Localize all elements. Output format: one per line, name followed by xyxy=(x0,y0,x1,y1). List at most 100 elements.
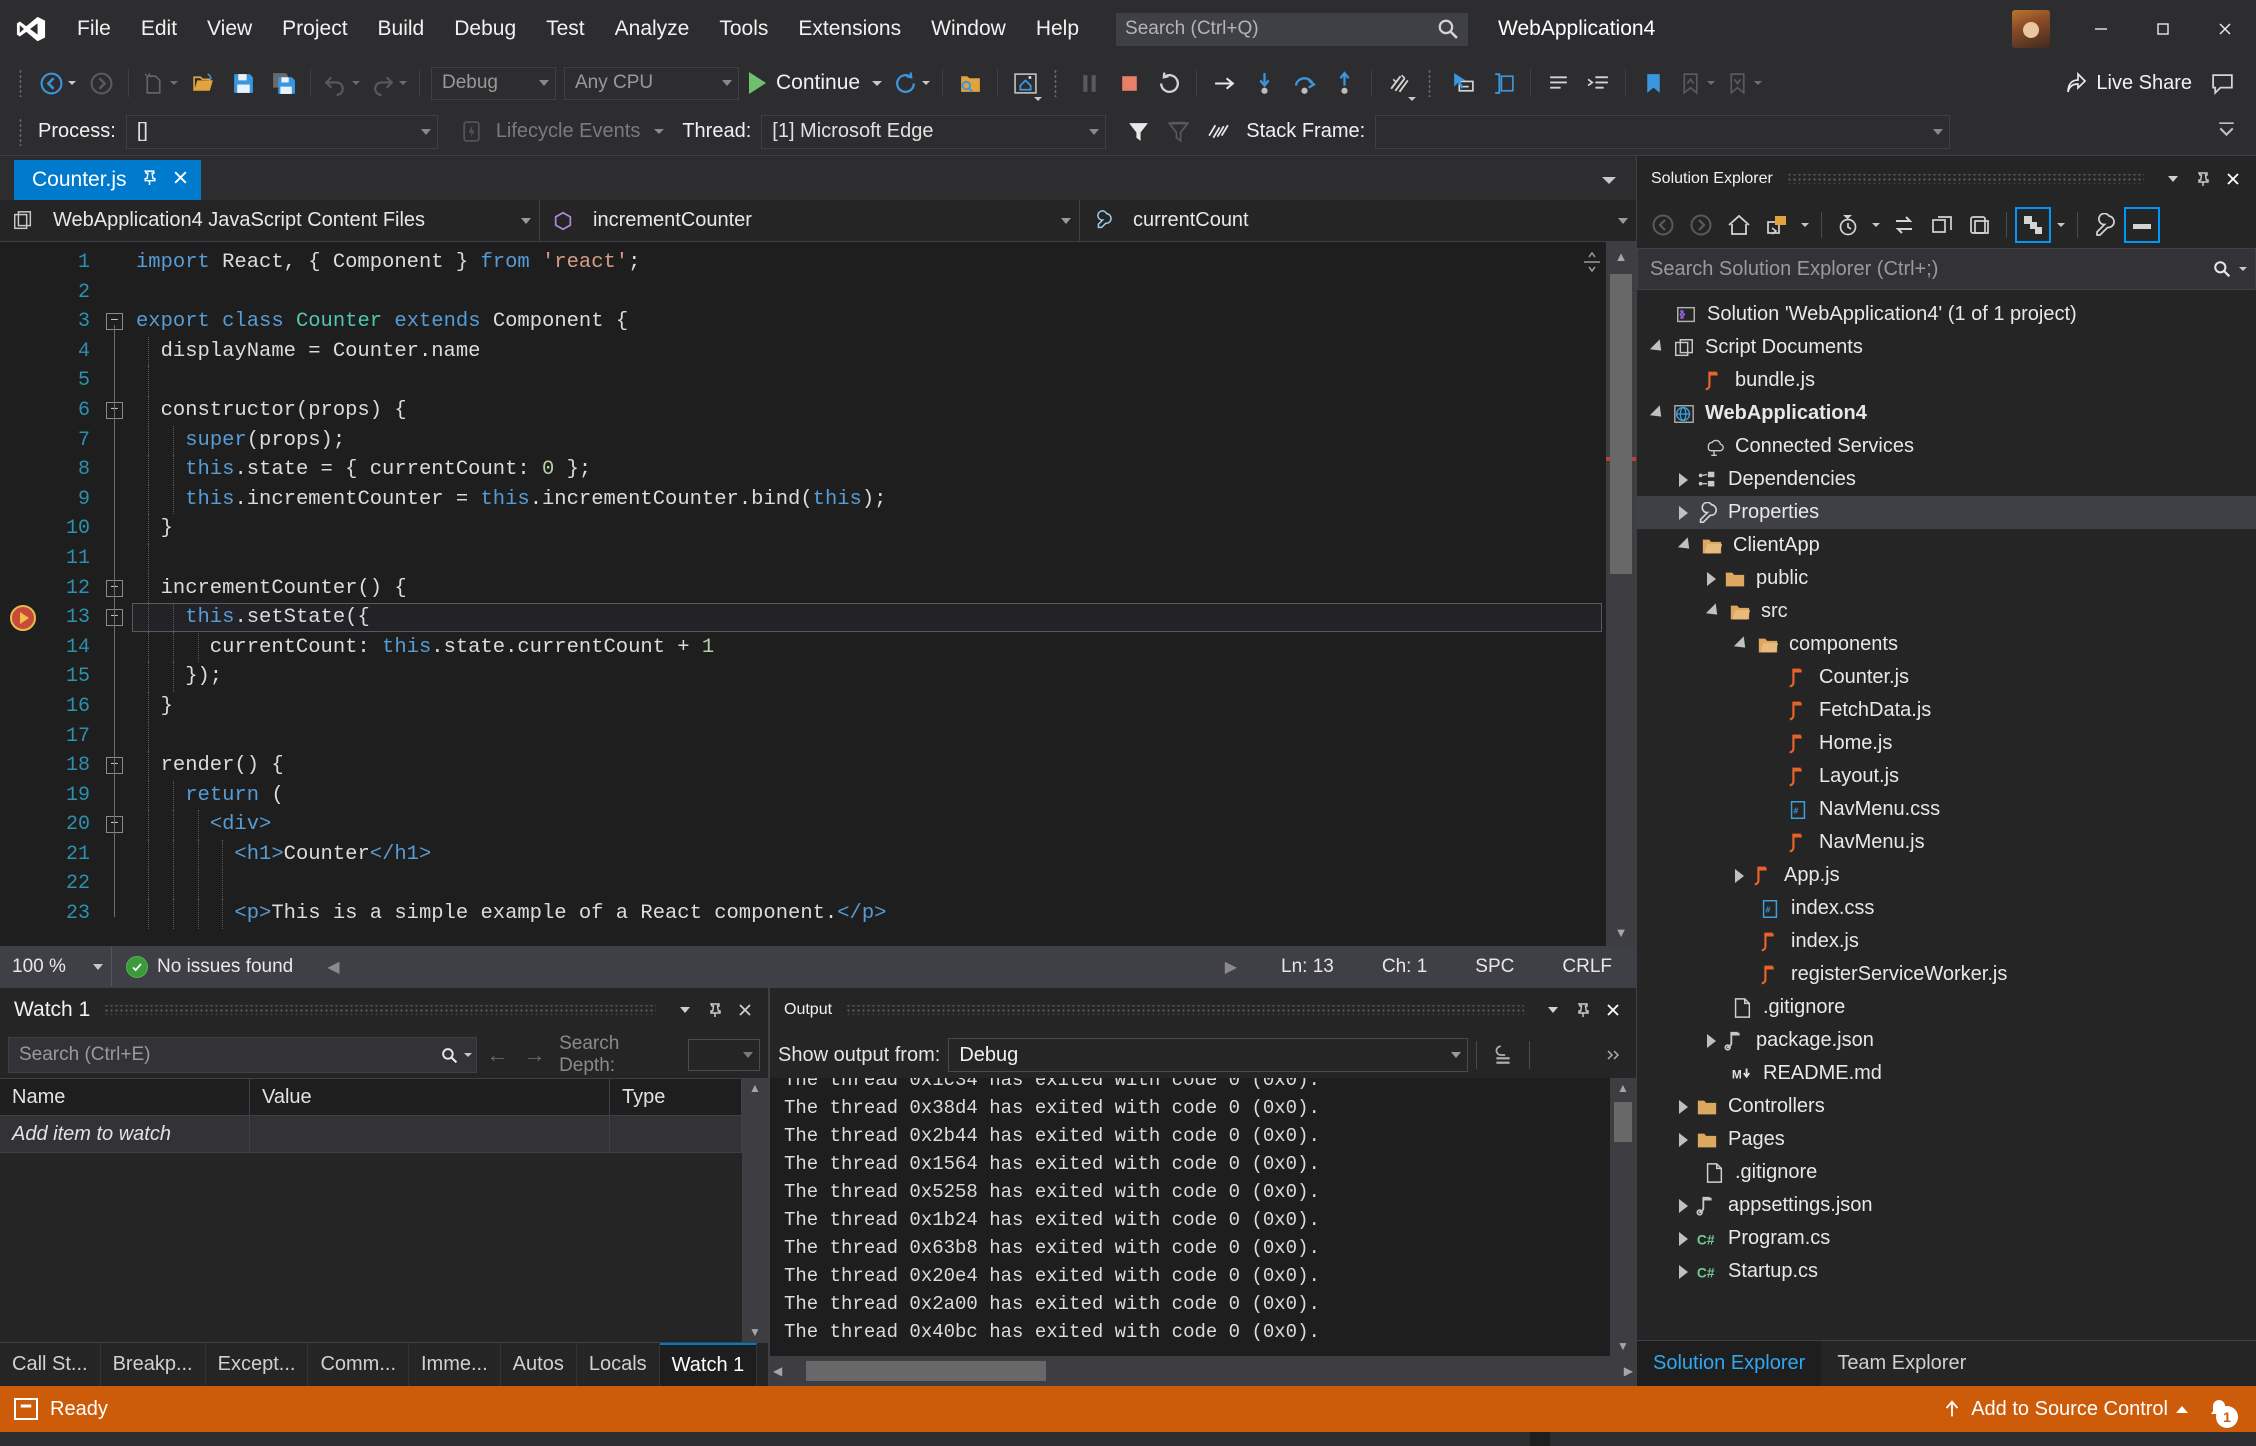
code-line[interactable] xyxy=(130,366,1606,396)
save-button[interactable] xyxy=(223,63,263,103)
arrow-left-icon[interactable]: ← xyxy=(481,1038,514,1072)
line-ending-indicator[interactable]: CRLF xyxy=(1538,956,1636,978)
menu-item-debug[interactable]: Debug xyxy=(439,0,531,58)
toolbar-grip[interactable] xyxy=(1052,69,1062,97)
step-out-button[interactable] xyxy=(1324,63,1364,103)
scroll-up-arrow[interactable]: ▲ xyxy=(1606,242,1636,270)
scroll-thumb[interactable] xyxy=(1610,274,1632,574)
preview-selected-items-icon[interactable] xyxy=(2124,207,2160,243)
code-line[interactable]: super(props); xyxy=(130,426,1606,456)
code-text-area[interactable]: import React, { Component } from 'react'… xyxy=(130,242,1606,946)
drag-handle[interactable] xyxy=(846,1005,1524,1015)
clear-output-icon[interactable] xyxy=(1485,1037,1521,1073)
refresh-icon[interactable] xyxy=(1924,207,1960,243)
tree-item-startup-cs[interactable]: C# Startup.cs xyxy=(1637,1255,2256,1288)
tab-team-explorer[interactable]: Team Explorer xyxy=(1821,1341,1982,1386)
navigate-forward-button[interactable] xyxy=(81,63,121,103)
tree-item--gitignore[interactable]: .gitignore xyxy=(1637,991,2256,1024)
table-row[interactable]: Add item to watch xyxy=(0,1116,742,1153)
watch-value-cell[interactable] xyxy=(250,1116,610,1153)
watch-search-input[interactable]: Search (Ctrl+E) xyxy=(8,1037,477,1073)
add-to-source-control-button[interactable]: Add to Source Control xyxy=(1941,1398,2188,1421)
tab-overflow[interactable] xyxy=(1598,160,1636,200)
tree-item-public[interactable]: public xyxy=(1637,562,2256,595)
tree-item-clientapp[interactable]: ClientApp xyxy=(1637,529,2256,562)
tree-item-index-js[interactable]: index.js xyxy=(1637,925,2256,958)
expand-arrow-icon[interactable] xyxy=(1679,1132,1688,1147)
scroll-down-arrow[interactable]: ▼ xyxy=(1617,1339,1629,1353)
scroll-up-arrow[interactable]: ▲ xyxy=(749,1081,761,1095)
code-line[interactable]: this.incrementCounter = this.incrementCo… xyxy=(130,485,1606,515)
toolbar-grip[interactable] xyxy=(17,117,27,146)
code-line[interactable]: this.state = { currentCount: 0 }; xyxy=(130,455,1606,485)
indentation-indicator[interactable]: SPC xyxy=(1451,956,1538,978)
pin-icon[interactable] xyxy=(1568,995,1598,1025)
output-text-area[interactable]: The thread 0x1c34 has exited with code 0… xyxy=(770,1078,1636,1356)
editor-horizontal-scrollbar[interactable]: ◀ ▶ xyxy=(307,957,1257,977)
member-selector[interactable]: incrementCounter xyxy=(540,199,1080,242)
debug-tab-callst[interactable]: Call St... xyxy=(0,1343,101,1386)
pin-icon[interactable] xyxy=(141,168,158,192)
maximize-button[interactable] xyxy=(2132,0,2194,58)
startup-item-button[interactable] xyxy=(1005,63,1045,103)
magnifier-icon[interactable] xyxy=(2209,260,2235,278)
menu-item-file[interactable]: File xyxy=(62,0,126,58)
chevron-down-icon[interactable] xyxy=(654,129,665,134)
expand-arrow-icon[interactable] xyxy=(1679,505,1688,520)
output-source-combo[interactable]: Debug xyxy=(948,1038,1469,1072)
show-all-files-icon[interactable] xyxy=(2015,207,2051,243)
code-line[interactable]: import React, { Component } from 'react'… xyxy=(130,248,1606,278)
forward-icon[interactable] xyxy=(1683,207,1719,243)
break-all-button[interactable] xyxy=(1069,63,1109,103)
toolbar-grip[interactable] xyxy=(1426,69,1436,97)
find-in-files-button[interactable] xyxy=(950,63,990,103)
scroll-up-arrow[interactable]: ▲ xyxy=(1617,1081,1629,1095)
menu-item-test[interactable]: Test xyxy=(531,0,600,58)
expand-arrow-icon[interactable] xyxy=(1707,1033,1716,1048)
apply-code-changes-button[interactable] xyxy=(1379,63,1419,103)
issues-indicator[interactable]: No issues found xyxy=(112,955,307,978)
tree-item-registerserviceworker-js[interactable]: registerServiceWorker.js xyxy=(1637,958,2256,991)
debug-tab-except[interactable]: Except... xyxy=(206,1343,309,1386)
column-header-type[interactable]: Type xyxy=(610,1079,742,1115)
home-icon[interactable] xyxy=(1721,207,1757,243)
expand-arrow-icon[interactable] xyxy=(1707,571,1716,586)
drag-handle[interactable] xyxy=(1786,174,2144,184)
hot-reload-button[interactable] xyxy=(888,63,935,103)
menu-item-help[interactable]: Help xyxy=(1021,0,1094,58)
debug-tab-locals[interactable]: Locals xyxy=(577,1343,660,1386)
tree-item--gitignore[interactable]: .gitignore xyxy=(1637,1156,2256,1189)
output-vertical-scrollbar[interactable]: ▲ ▼ xyxy=(1610,1078,1636,1356)
debug-tab-imme[interactable]: Imme... xyxy=(409,1343,501,1386)
menu-item-edit[interactable]: Edit xyxy=(126,0,192,58)
tree-item-src[interactable]: src xyxy=(1637,595,2256,628)
code-line[interactable] xyxy=(130,722,1606,752)
chevron-down-icon[interactable] xyxy=(1872,223,1880,227)
pin-icon[interactable] xyxy=(700,995,730,1025)
symbol-selector[interactable]: currentCount xyxy=(1080,200,1636,242)
code-line[interactable]: } xyxy=(130,514,1606,544)
scroll-down-arrow[interactable]: ▼ xyxy=(749,1325,761,1339)
continue-button[interactable]: Continue xyxy=(743,63,888,103)
tree-item-home-js[interactable]: Home.js xyxy=(1637,727,2256,760)
funnel-icon[interactable] xyxy=(1118,112,1158,152)
tree-item-controllers[interactable]: Controllers xyxy=(1637,1090,2256,1123)
chevron-down-icon[interactable] xyxy=(2239,267,2247,271)
hscroll-thumb[interactable] xyxy=(806,1361,1046,1381)
chevron-down-icon[interactable] xyxy=(2057,223,2065,227)
navigate-backward-button[interactable] xyxy=(34,63,81,103)
toggle-bookmark-button[interactable] xyxy=(1633,63,1673,103)
menu-item-extensions[interactable]: Extensions xyxy=(783,0,916,58)
menu-item-view[interactable]: View xyxy=(192,0,267,58)
new-item-button[interactable] xyxy=(136,63,183,103)
thread-combo[interactable]: [1] Microsoft Edge xyxy=(761,114,1107,149)
collapse-all-icon[interactable] xyxy=(1962,207,1998,243)
menu-item-analyze[interactable]: Analyze xyxy=(600,0,705,58)
collapse-arrow-icon[interactable] xyxy=(1733,636,1751,653)
tree-item-dependencies[interactable]: Dependencies xyxy=(1637,463,2256,496)
back-icon[interactable] xyxy=(1645,207,1681,243)
menu-item-window[interactable]: Window xyxy=(916,0,1021,58)
expand-arrow-icon[interactable] xyxy=(1679,1099,1688,1114)
tree-item-webapplication4[interactable]: WebApplication4 xyxy=(1637,397,2256,430)
close-button[interactable] xyxy=(2194,0,2256,58)
